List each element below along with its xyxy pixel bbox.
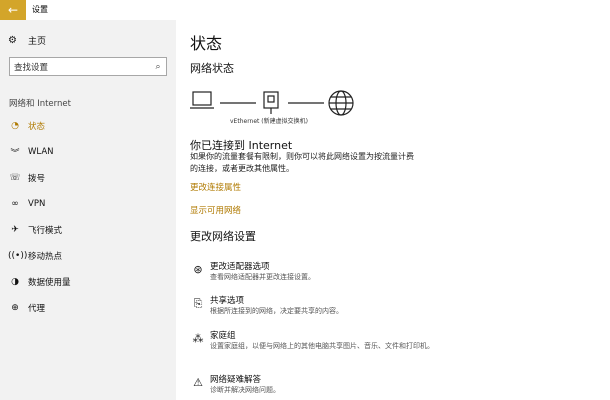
option-sharing[interactable]: ⎘ 共享选项 根据所连接到的网络，决定要共享的内容。 <box>190 294 450 322</box>
search-icon[interactable]: ⌕ <box>150 62 166 72</box>
option-description: 查看网络适配器并更改连接设置。 <box>210 273 315 281</box>
back-arrow-icon: ← <box>7 3 19 17</box>
section-label: 网络和 Internet <box>9 99 71 109</box>
airplane-icon: ✈ <box>11 225 19 235</box>
sidebar-item-label: VPN <box>28 199 46 209</box>
option-adapter[interactable]: ⊛ 更改适配器选项 查看网络适配器并更改连接设置。 <box>190 260 450 288</box>
sidebar-item-airplane[interactable]: ✈ 飞行模式 <box>0 218 176 242</box>
warning-icon: ⚠ <box>193 376 203 389</box>
window-title: 设置 <box>32 5 48 14</box>
sidebar-item-label: 状态 <box>28 122 46 132</box>
sidebar-item-label: WLAN <box>28 147 54 157</box>
homegroup-icon: ⁂ <box>192 332 204 345</box>
sidebar-item-label: 飞行模式 <box>28 226 63 236</box>
sidebar-item-status[interactable]: ◔ 状态 <box>0 114 176 138</box>
option-title: 共享选项 <box>210 296 245 306</box>
search-input[interactable]: 查找设置 <box>14 61 150 73</box>
option-title: 更改适配器选项 <box>210 262 270 272</box>
change-network-settings-heading: 更改网络设置 <box>190 230 256 243</box>
sidebar-item-proxy[interactable]: ⊕ 代理 <box>0 296 176 320</box>
back-button[interactable]: ← <box>0 0 26 20</box>
sidebar-item-label: 移动热点 <box>28 252 63 262</box>
title-bar: ← 设置 <box>0 0 610 20</box>
option-homegroup[interactable]: ⁂ 家庭组 设置家庭组，以便与网络上的其他电脑共享图片、音乐、文件和打印机。 <box>190 329 450 367</box>
option-title: 网络疑难解答 <box>210 375 262 385</box>
globe-icon: ⊕ <box>11 303 19 313</box>
adapter-name: vEthernet (新建虚拟交换机) <box>230 118 308 125</box>
ethernet-icon <box>263 91 279 114</box>
sidebar-item-label: 数据使用量 <box>28 278 71 288</box>
wifi-icon: ︾ <box>10 148 20 159</box>
change-connection-properties-link[interactable]: 更改连接属性 <box>190 181 241 193</box>
hotspot-icon: ((•)) <box>8 251 28 261</box>
option-description: 诊断并解决网络问题。 <box>210 386 280 394</box>
sidebar: ⚙ 主页 查找设置 ⌕ 网络和 Internet ◔ 状态 ︾ WLAN ☏ 拨… <box>0 20 176 400</box>
sidebar-item-label: 拨号 <box>28 174 46 184</box>
internet-globe-icon <box>328 90 354 116</box>
sidebar-home[interactable]: ⚙ 主页 <box>8 32 46 48</box>
sidebar-item-label: 代理 <box>28 304 46 314</box>
sidebar-item-vpn[interactable]: ∞ VPN <box>0 192 176 216</box>
option-troubleshoot[interactable]: ⚠ 网络疑难解答 诊断并解决网络问题。 <box>190 373 450 399</box>
option-title: 家庭组 <box>210 331 236 341</box>
status-icon: ◔ <box>11 121 19 131</box>
connected-description: 如果你的流量套餐有限制，则你可以将此网络设置为按流量计费的连接，或者更改其他属性… <box>190 152 414 173</box>
option-description: 根据所连接到的网络，决定要共享的内容。 <box>210 307 343 315</box>
sidebar-item-wlan[interactable]: ︾ WLAN <box>0 140 176 164</box>
data-usage-icon: ◑ <box>11 277 19 287</box>
vpn-icon: ∞ <box>11 199 19 209</box>
main-content: 状态 网络状态 vEthernet (新建虚拟交换机) 你已连接到 Intern… <box>190 20 600 400</box>
search-box[interactable]: 查找设置 ⌕ <box>9 57 167 76</box>
sidebar-item-dialup[interactable]: ☏ 拨号 <box>0 166 176 190</box>
sharing-icon: ⎘ <box>193 297 203 310</box>
page-title: 状态 <box>190 34 223 53</box>
show-available-networks-link[interactable]: 显示可用网络 <box>190 204 241 216</box>
adapter-icon: ⊛ <box>193 263 203 276</box>
gear-icon: ⚙ <box>8 34 17 46</box>
option-description: 设置家庭组，以便与网络上的其他电脑共享图片、音乐、文件和打印机。 <box>210 342 434 350</box>
laptop-icon <box>190 91 214 109</box>
sidebar-item-data-usage[interactable]: ◑ 数据使用量 <box>0 270 176 294</box>
sidebar-item-hotspot[interactable]: ((•)) 移动热点 <box>0 244 176 268</box>
dialup-icon: ☏ <box>9 173 21 183</box>
network-status-heading: 网络状态 <box>190 62 234 75</box>
home-label: 主页 <box>28 36 47 47</box>
